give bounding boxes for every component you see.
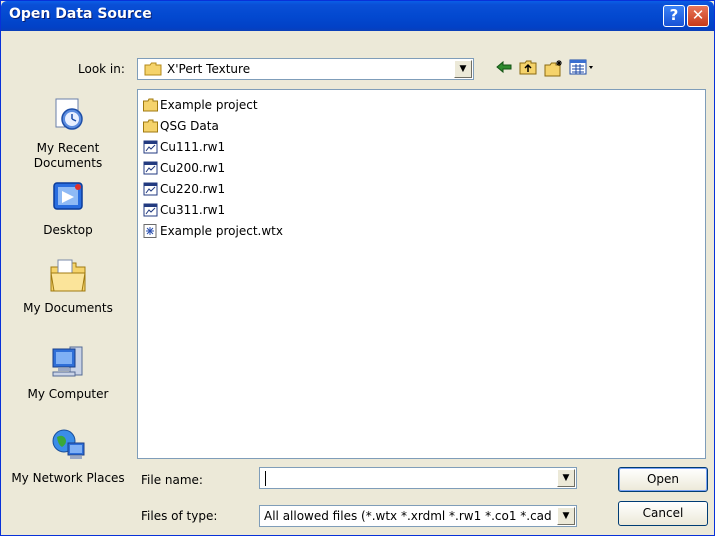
recent-documents-icon [55,98,83,130]
file-name: Cu200.rw1 [160,161,226,175]
file-name-dropdown-button[interactable]: ▼ [557,469,575,487]
open-button[interactable]: Open [618,467,708,492]
place-label: Desktop [43,223,93,237]
file-name-label: File name: [141,473,203,487]
look-in-label: Look in: [78,62,125,76]
place-my-documents[interactable]: My Documents [9,255,127,316]
folder-icon [144,62,162,76]
data-file-icon [143,140,158,153]
list-item[interactable]: Cu311.rw1 [143,201,225,219]
file-name: Example project.wtx [160,224,283,238]
folder-icon [143,119,158,132]
open-data-source-dialog: Open Data Source ? ✕ Look in: X'Pert Tex… [0,0,715,536]
new-folder-icon[interactable] [543,59,565,79]
place-label: My Recent Documents [33,141,103,170]
list-item[interactable]: Cu200.rw1 [143,159,225,177]
list-item[interactable]: QSG Data [143,117,219,135]
network-places-icon [52,429,85,459]
place-network-places[interactable]: My Network Places [9,425,127,486]
up-folder-icon[interactable] [517,59,539,79]
list-item[interactable]: Example project.wtx [143,222,283,240]
place-label: My Network Places [11,471,125,485]
list-item[interactable]: Example project [143,96,258,114]
list-item[interactable]: Cu111.rw1 [143,138,225,156]
file-list[interactable]: Example project QSG Data Cu111.rw1 Cu200… [137,89,706,459]
files-of-type-value: All allowed files (*.wtx *.xrdml *.rw1 *… [264,509,554,523]
cancel-button[interactable]: Cancel [618,501,708,526]
file-name-input[interactable]: ▼ [259,467,577,489]
place-my-computer[interactable]: My Computer [9,341,127,402]
file-name: Example project [160,98,258,112]
data-file-icon [143,182,158,195]
file-name: QSG Data [160,119,219,133]
folder-icon [143,98,158,111]
place-label: My Documents [23,301,113,315]
list-item[interactable]: Cu220.rw1 [143,180,225,198]
files-of-type-label: Files of type: [141,509,218,523]
place-desktop[interactable]: Desktop [9,177,127,238]
desktop-icon [53,182,83,210]
file-name: Cu220.rw1 [160,182,226,196]
places-bar: My Recent Documents Desktop My Documents [9,91,127,511]
view-menu-icon[interactable] [567,59,597,79]
place-label: My Computer [27,387,109,401]
my-documents-icon [50,259,86,292]
look-in-value: X'Pert Texture [167,62,251,76]
close-button[interactable]: ✕ [687,5,709,27]
text-caret [265,471,266,486]
back-arrow-icon[interactable] [493,59,515,79]
place-recent-documents[interactable]: My Recent Documents [9,95,127,171]
look-in-dropdown-button[interactable]: ▼ [454,60,472,78]
title-bar[interactable]: Open Data Source ? ✕ [1,1,714,31]
data-file-icon [143,203,158,216]
file-name: Cu111.rw1 [160,140,226,154]
file-name: Cu311.rw1 [160,203,226,217]
files-of-type-select[interactable]: All allowed files (*.wtx *.xrdml *.rw1 *… [259,505,577,527]
wtx-file-icon [143,223,157,238]
look-in-combo[interactable]: X'Pert Texture ▼ [137,58,474,80]
files-of-type-dropdown-button[interactable]: ▼ [557,507,575,525]
data-file-icon [143,161,158,174]
my-computer-icon [52,346,83,377]
help-button[interactable]: ? [663,5,685,27]
dialog-title: Open Data Source [9,6,152,22]
